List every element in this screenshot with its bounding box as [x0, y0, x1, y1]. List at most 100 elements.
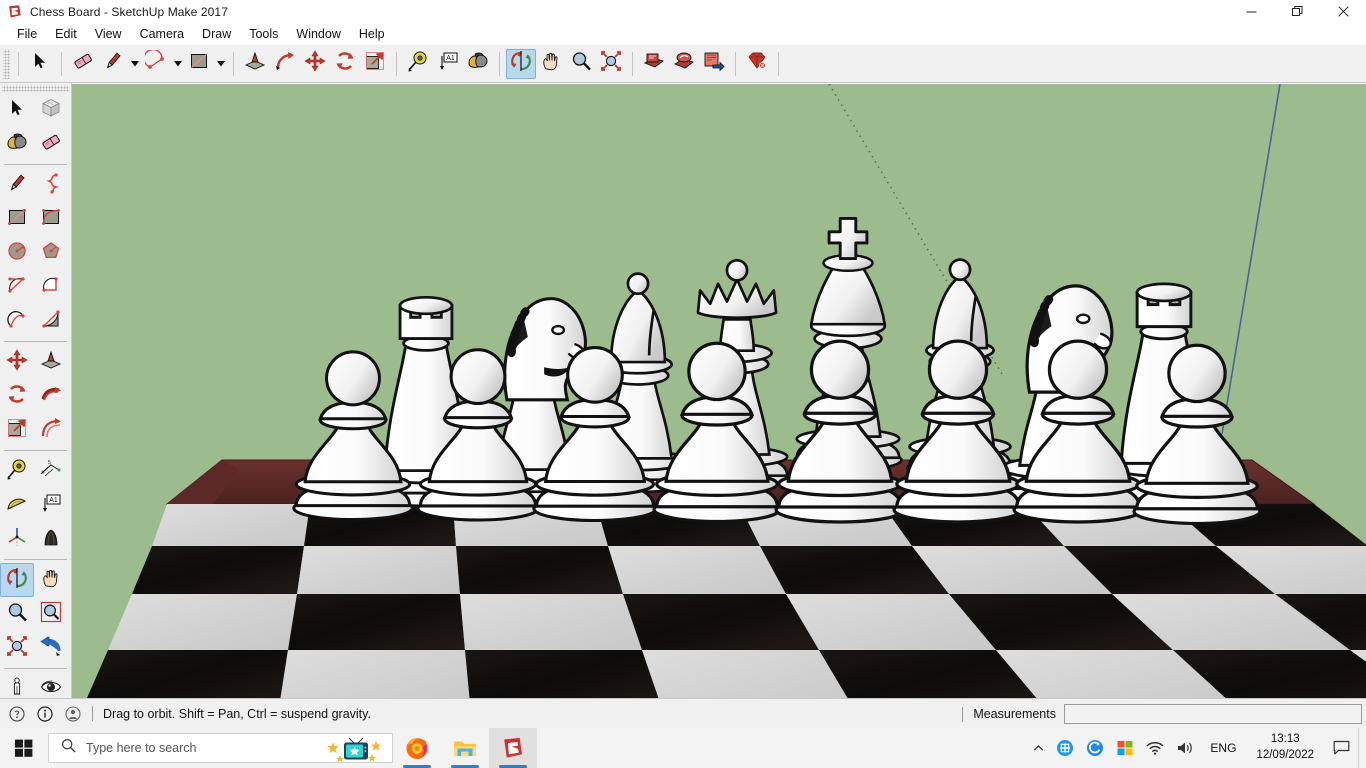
pie-tool-button[interactable] — [34, 304, 68, 338]
windows-security-tray-icon[interactable] — [1110, 728, 1140, 768]
rectangle-tool-button[interactable] — [184, 49, 214, 79]
zoom-extents-tool-button[interactable] — [596, 49, 626, 79]
volume-tray-icon[interactable] — [1170, 728, 1200, 768]
dimension-tool-button[interactable]: 5 — [34, 454, 68, 488]
menu-view[interactable]: View — [86, 25, 131, 43]
zoom-window-tool-button[interactable] — [34, 597, 68, 631]
line-tool-button-left[interactable] — [0, 168, 34, 202]
notification-chat-icon[interactable] — [1324, 728, 1358, 768]
file-explorer-taskbar-icon[interactable] — [441, 728, 489, 768]
orbit-tool-button-left[interactable] — [0, 563, 34, 597]
circle-tool-button[interactable] — [0, 236, 34, 270]
menu-help[interactable]: Help — [350, 25, 394, 43]
menu-edit[interactable]: Edit — [46, 25, 86, 43]
eraser-tool-button-left[interactable] — [34, 127, 68, 161]
paint-bucket-tool-button[interactable] — [463, 49, 493, 79]
close-button[interactable] — [1320, 0, 1366, 23]
arc-tool-dropdown[interactable] — [171, 49, 184, 79]
show-desktop-button[interactable] — [1358, 728, 1366, 768]
menu-bar: File Edit View Camera Draw Tools Window … — [0, 23, 1366, 45]
previous-scene-button[interactable] — [639, 49, 669, 79]
pan-tool-button[interactable] — [536, 49, 566, 79]
text-tool-button-left[interactable]: A1 — [34, 488, 68, 522]
zoom-tool-button-left[interactable] — [0, 597, 34, 631]
followme-tool-button[interactable] — [270, 49, 300, 79]
rotate-tool-button[interactable] — [330, 49, 360, 79]
rotate-icon — [334, 50, 356, 77]
menu-tools[interactable]: Tools — [240, 25, 287, 43]
three-d-text-tool-button[interactable] — [34, 522, 68, 556]
move-tool-button[interactable] — [300, 49, 330, 79]
measurements-input[interactable] — [1064, 704, 1362, 724]
clock-date[interactable]: 13:13 12/09/2022 — [1246, 732, 1324, 763]
rotated-rectangle-tool-button[interactable] — [34, 202, 68, 236]
polygon-tool-button[interactable] — [34, 236, 68, 270]
about-info-icon[interactable] — [34, 703, 56, 725]
firefox-taskbar-icon[interactable] — [393, 728, 441, 768]
toolbar-grip[interactable] — [3, 48, 10, 79]
onedrive-tray-icon[interactable] — [1050, 728, 1080, 768]
rotated-rectangle-icon — [40, 206, 62, 233]
toolbar-separator — [735, 51, 736, 76]
extension-warehouse-button[interactable] — [742, 49, 772, 79]
rectangle-tool-dropdown[interactable] — [214, 49, 227, 79]
arc-tool-button[interactable] — [141, 48, 171, 79]
language-indicator[interactable]: ENG — [1200, 741, 1246, 755]
help-info-icon[interactable] — [6, 703, 28, 725]
model-viewport[interactable] — [72, 84, 1366, 698]
scale-tool-button-left[interactable] — [0, 413, 34, 447]
move-tool-button-left[interactable] — [0, 345, 34, 379]
wifi-tray-icon[interactable] — [1140, 728, 1170, 768]
maximize-restore-button[interactable] — [1274, 0, 1320, 23]
freehand-tool-button[interactable] — [34, 168, 68, 202]
rectangle-tool-button-left[interactable] — [0, 202, 34, 236]
protractor-tool-button[interactable] — [0, 488, 34, 522]
axes-tool-button[interactable] — [0, 522, 34, 556]
left-toolbar-grip[interactable] — [2, 85, 69, 92]
zoom-extents-tool-button-left[interactable] — [0, 631, 34, 665]
tape-measure-tool-button[interactable] — [403, 49, 433, 79]
select-tool-button-left[interactable] — [0, 93, 34, 127]
minimize-button[interactable] — [1228, 0, 1274, 23]
add-scene-button[interactable] — [669, 49, 699, 79]
export-scene-button[interactable] — [699, 49, 729, 79]
two-point-arc-tool-button[interactable] — [34, 270, 68, 304]
line-tool-dropdown[interactable] — [128, 49, 141, 79]
pushpull-tool-button-left[interactable] — [34, 345, 68, 379]
followme-tool-button-left[interactable] — [34, 379, 68, 413]
line-tool-button[interactable] — [98, 49, 128, 79]
paint-bucket-tool-button-left[interactable] — [0, 127, 34, 161]
three-point-arc-tool-button[interactable] — [0, 304, 34, 338]
text-tool-button[interactable]: A1 — [433, 49, 463, 79]
toolbar-separator — [778, 51, 779, 76]
menu-camera[interactable]: Camera — [131, 25, 193, 43]
rotate-tool-button-left[interactable] — [0, 379, 34, 413]
select-tool-button[interactable] — [25, 49, 55, 79]
zoom-tool-button[interactable] — [566, 49, 596, 79]
window-title: Chess Board - SketchUp Make 2017 — [30, 4, 228, 19]
menu-window[interactable]: Window — [287, 25, 349, 43]
left-toolbar-separator — [4, 341, 67, 342]
menu-file[interactable]: File — [8, 25, 46, 43]
news-tv-stars-icon[interactable] — [324, 735, 386, 763]
start-button[interactable] — [0, 728, 48, 768]
arc-tool-button-left[interactable] — [0, 270, 34, 304]
tape-measure-tool-button-left[interactable] — [0, 454, 34, 488]
eraser-icon — [72, 50, 94, 77]
taskbar-search-box[interactable]: Type here to search — [48, 733, 393, 763]
offset-tool-button[interactable] — [34, 413, 68, 447]
antivirus-tray-icon[interactable] — [1080, 728, 1110, 768]
left-toolbar-separator — [4, 559, 67, 560]
menu-draw[interactable]: Draw — [193, 25, 240, 43]
scene-previous-icon — [643, 50, 665, 77]
make-component-tool-button[interactable] — [34, 93, 68, 127]
orbit-tool-button[interactable] — [506, 48, 536, 79]
tray-expand-chevron-icon[interactable] — [1027, 728, 1050, 768]
user-account-icon[interactable] — [62, 703, 84, 725]
pushpull-tool-button[interactable] — [240, 49, 270, 79]
previous-view-tool-button[interactable] — [34, 631, 68, 665]
eraser-tool-button[interactable] — [68, 49, 98, 79]
scale-tool-button[interactable] — [360, 49, 390, 79]
sketchup-taskbar-icon[interactable] — [489, 728, 537, 768]
pan-tool-button-left[interactable] — [34, 563, 68, 597]
